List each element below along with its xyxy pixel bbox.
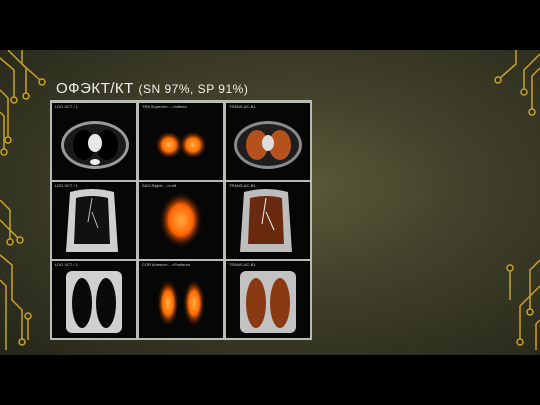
fusion-axial-image <box>234 121 302 169</box>
presentation-slide: ОФЭКТ/КТ (SN 97%, SP 91%) LDG XCT / 1 TR… <box>0 50 540 355</box>
spect-coronal-panel: COR Anterior<- ->Posterior <box>139 261 223 338</box>
ct-sagittal-image <box>66 189 118 252</box>
fusion-axial-panel: TRANS-AC-B1 <box>226 103 310 180</box>
slide-title: ОФЭКТ/КТ (SN 97%, SP 91%) <box>56 80 248 97</box>
fusion-coronal-panel: TRANS-AC-B1 <box>226 261 310 338</box>
spect-axial-panel: TRA Superior<- ->Inferior <box>139 103 223 180</box>
fusion-sagittal-image <box>240 189 292 252</box>
spect-sagittal-panel: SAG Right<- ->Left <box>139 182 223 259</box>
ct-coronal-panel: LDG XCT / 1 <box>52 261 136 338</box>
circuit-decoration-right-icon <box>494 50 540 350</box>
fusion-coronal-image <box>240 271 296 333</box>
ct-coronal-image <box>66 271 122 333</box>
fusion-sagittal-panel: TRANS-AC-B1 <box>226 182 310 259</box>
spect-ct-image-grid: LDG XCT / 1 TRA Superior<- ->Inferior TR… <box>50 100 312 340</box>
spect-coronal-image <box>157 279 205 327</box>
ct-axial-image <box>61 121 129 169</box>
spect-sagittal-image <box>159 192 203 248</box>
spect-axial-image <box>155 131 207 159</box>
ct-sagittal-panel: LDG XCT / 1 <box>52 182 136 259</box>
ct-axial-panel: LDG XCT / 1 <box>52 103 136 180</box>
slide-title-main: ОФЭКТ/КТ <box>56 80 134 97</box>
slide-title-stats: (SN 97%, SP 91%) <box>138 82 249 96</box>
